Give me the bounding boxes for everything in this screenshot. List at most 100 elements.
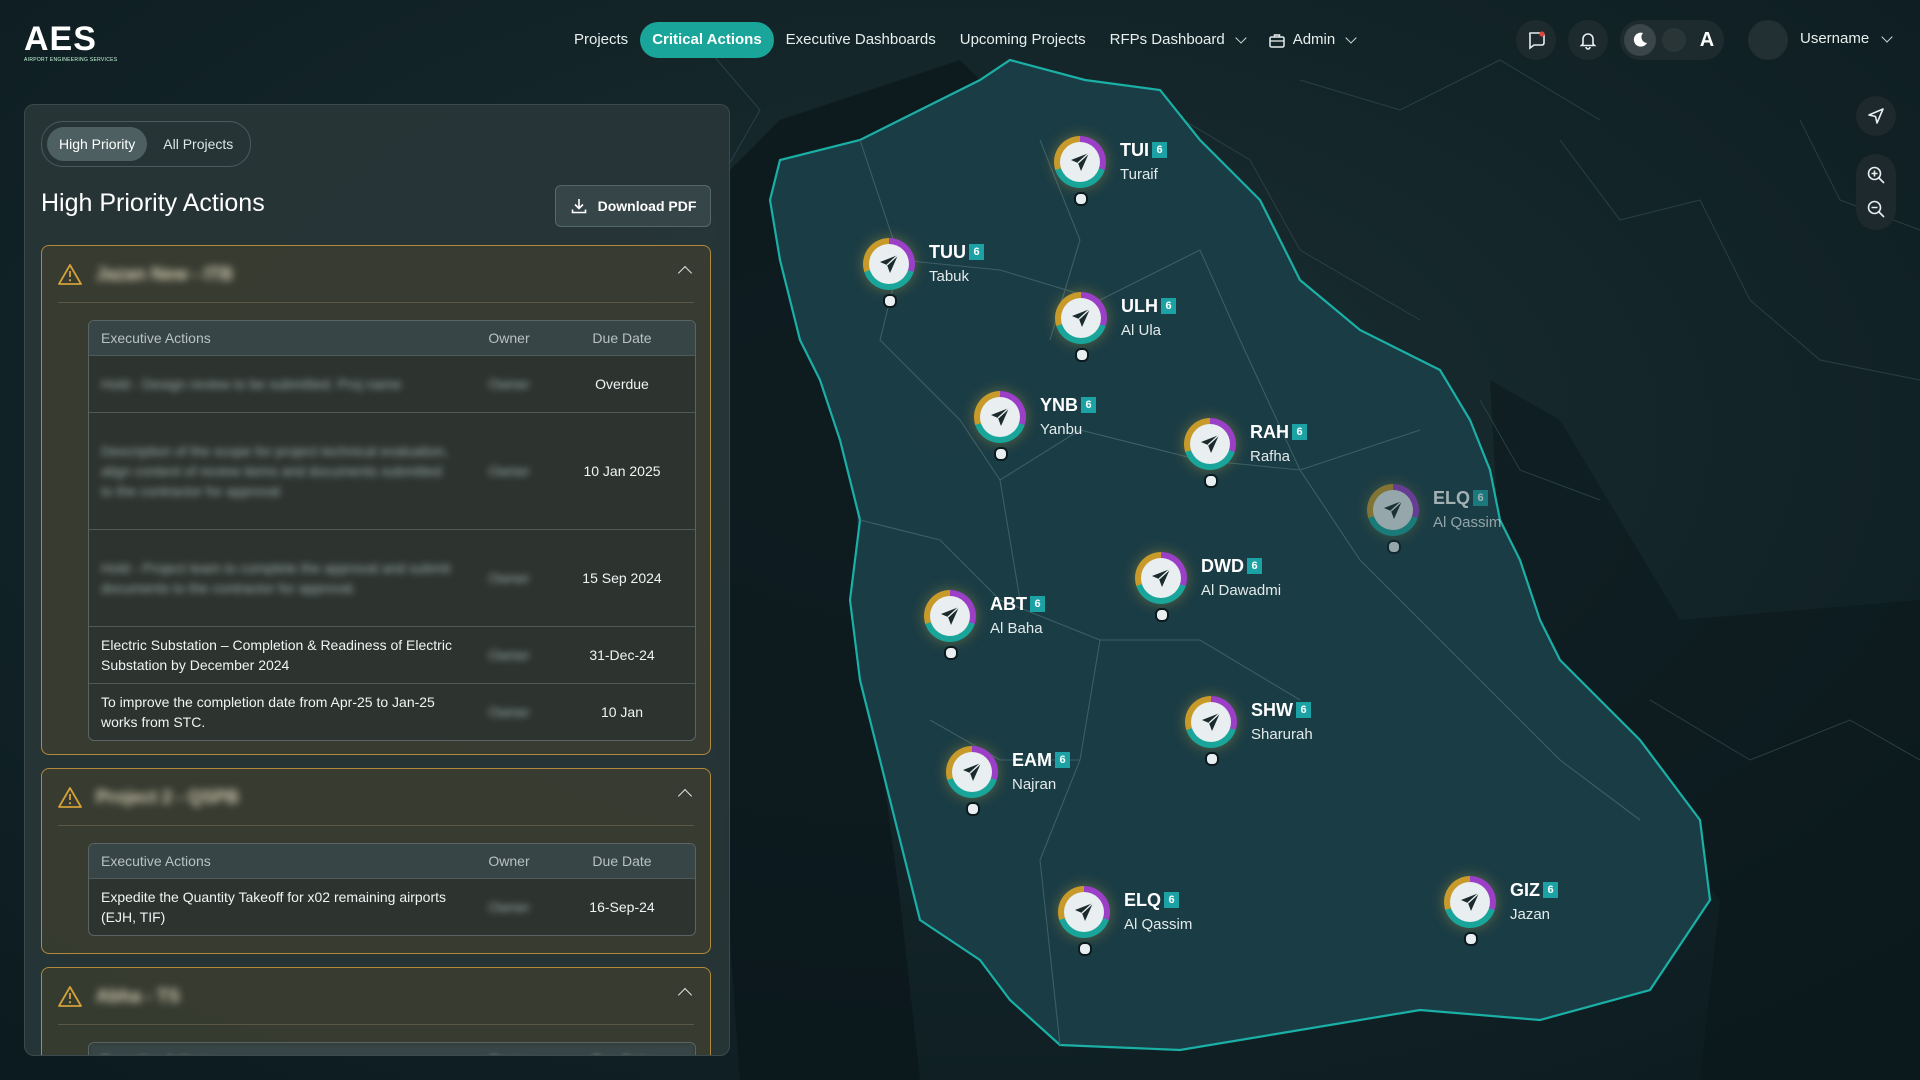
- tab-high-priority[interactable]: High Priority: [47, 127, 148, 161]
- airplane-icon: [1373, 490, 1413, 530]
- project-name: Project 2 - QSPB: [96, 786, 240, 807]
- airport-city: Al Ula: [1121, 322, 1162, 339]
- table-row[interactable]: To improve the completion date from Apr-…: [89, 684, 695, 740]
- airport-code: ULH 6: [1121, 296, 1176, 317]
- count-badge: 6: [1247, 558, 1262, 574]
- location-pin-icon: [944, 646, 958, 660]
- table-header: Executive Actions Owner Due Date: [89, 844, 695, 879]
- actions-table: Executive Actions Owner Due Date Expedit…: [88, 843, 696, 936]
- download-pdf-button[interactable]: Download PDF: [555, 185, 711, 227]
- contrast-icon[interactable]: [1662, 28, 1686, 52]
- airport-code-label: ELQ: [1124, 890, 1162, 910]
- header-executive-actions: Executive Actions: [101, 330, 211, 346]
- table-row[interactable]: Hold - Project team to complete the appr…: [89, 530, 695, 627]
- airport-city: Rafha: [1250, 448, 1291, 465]
- user-menu[interactable]: Username: [1800, 30, 1893, 47]
- nav-rfps-dashboard[interactable]: RFPs Dashboard: [1098, 22, 1257, 58]
- zoom-out-icon[interactable]: [1866, 199, 1886, 219]
- airport-code: SHW 6: [1251, 700, 1311, 721]
- actions-table: Executive Actions Owner Due Date Hold - …: [88, 320, 696, 741]
- location-pin-icon: [1078, 942, 1092, 956]
- notifications-button[interactable]: [1568, 20, 1608, 60]
- priority-filter: High Priority All Projects: [41, 121, 252, 167]
- action-text: Description of the scope for project tec…: [101, 443, 449, 499]
- app-logo[interactable]: AES AIRPORT ENGINEERING SERVICES: [24, 22, 117, 63]
- airplane-icon: [1064, 892, 1104, 932]
- location-pin-icon: [994, 447, 1008, 461]
- header-due-date: Due Date: [592, 853, 652, 869]
- action-text: To improve the completion date from Apr-…: [101, 694, 435, 730]
- panel-title: High Priority Actions: [41, 189, 265, 217]
- airport-city: Turaif: [1120, 166, 1158, 183]
- owner-text: Owner: [488, 570, 530, 586]
- airport-city: Al Qassim: [1433, 514, 1502, 531]
- owner-text: Owner: [488, 647, 530, 663]
- owner-text: Owner: [488, 704, 530, 720]
- chevron-down-icon: [1881, 30, 1893, 43]
- count-badge: 6: [969, 244, 984, 260]
- airport-code-label: ABT: [990, 594, 1027, 614]
- tab-all-projects[interactable]: All Projects: [151, 127, 245, 161]
- airport-code-label: YNB: [1040, 395, 1079, 415]
- username-label: Username: [1800, 30, 1870, 47]
- location-pin-icon: [1074, 192, 1088, 206]
- table-row[interactable]: Electric Substation – Completion & Readi…: [89, 627, 695, 684]
- avatar[interactable]: [1748, 20, 1788, 60]
- project-card: Jazan New - ITB Executive Actions Owner …: [41, 245, 711, 755]
- owner-text: Owner: [488, 899, 530, 915]
- chat-button[interactable]: [1516, 20, 1556, 60]
- chevron-down-icon: [1345, 32, 1357, 44]
- airport-code: ELQ 6: [1433, 488, 1489, 509]
- nav-critical-actions[interactable]: Critical Actions: [640, 22, 774, 58]
- count-badge: 6: [1543, 882, 1558, 898]
- airport-city: Sharurah: [1251, 726, 1313, 743]
- due-date-text: 16-Sep-24: [589, 899, 655, 915]
- header-due-date: Due Date: [549, 1052, 695, 1055]
- nav-projects[interactable]: Projects: [562, 22, 640, 58]
- count-badge: 6: [1473, 490, 1489, 506]
- airport-code: ELQ 6: [1124, 890, 1180, 911]
- moon-icon[interactable]: [1624, 24, 1656, 56]
- chevron-down-icon: [1235, 32, 1247, 44]
- warning-icon: [58, 264, 82, 285]
- airport-code-label: TUU: [929, 242, 966, 262]
- airport-code: TUI 6: [1120, 140, 1167, 161]
- nav-upcoming-projects[interactable]: Upcoming Projects: [948, 22, 1098, 58]
- table-row[interactable]: Expedite the Quantity Takeoff for x02 re…: [89, 879, 695, 935]
- airport-code-label: ULH: [1121, 296, 1158, 316]
- action-text: Hold - Project team to complete the appr…: [101, 560, 451, 596]
- airport-code-label: ELQ: [1433, 488, 1471, 508]
- header-owner: Owner: [488, 330, 530, 346]
- logo-text: AES: [24, 20, 97, 58]
- location-pin-icon: [1387, 540, 1401, 554]
- airport-city: Al Baha: [990, 620, 1043, 637]
- warning-icon: [58, 787, 82, 808]
- airport-city: Jazan: [1510, 906, 1551, 923]
- theme-toggle[interactable]: A: [1620, 20, 1724, 60]
- navigation-arrow-icon: [1868, 108, 1884, 124]
- airport-code-label: DWD: [1201, 556, 1244, 576]
- nav-executive-dashboards[interactable]: Executive Dashboards: [774, 22, 948, 58]
- project-card-header[interactable]: Project 2 - QSPB: [58, 769, 694, 826]
- font-a-icon[interactable]: A: [1692, 24, 1722, 56]
- project-card-header[interactable]: Abha - TS: [58, 968, 694, 1025]
- project-card-header[interactable]: Jazan New - ITB: [58, 246, 694, 303]
- airport-code-label: SHW: [1251, 700, 1293, 720]
- locate-button[interactable]: [1856, 96, 1896, 136]
- header-owner: Owner: [469, 1052, 549, 1055]
- header-due-date: Due Date: [592, 330, 652, 346]
- project-name: Abha - TS: [96, 985, 180, 1006]
- airport-code: TUU 6: [929, 242, 984, 263]
- airplane-icon: [869, 244, 909, 284]
- location-pin-icon: [1204, 474, 1218, 488]
- airport-code: EAM 6: [1012, 750, 1070, 771]
- airport-code: RAH 6: [1250, 422, 1307, 443]
- count-badge: 6: [1164, 892, 1180, 908]
- zoom-in-icon[interactable]: [1866, 165, 1886, 185]
- airport-code-label: RAH: [1250, 422, 1289, 442]
- table-row[interactable]: Description of the scope for project tec…: [89, 413, 695, 530]
- download-pdf-label: Download PDF: [597, 198, 697, 214]
- table-row[interactable]: Hold - Design review to be submitted. Pr…: [89, 356, 695, 413]
- nav-admin[interactable]: Admin: [1257, 22, 1368, 58]
- briefcase-icon: [1268, 33, 1285, 48]
